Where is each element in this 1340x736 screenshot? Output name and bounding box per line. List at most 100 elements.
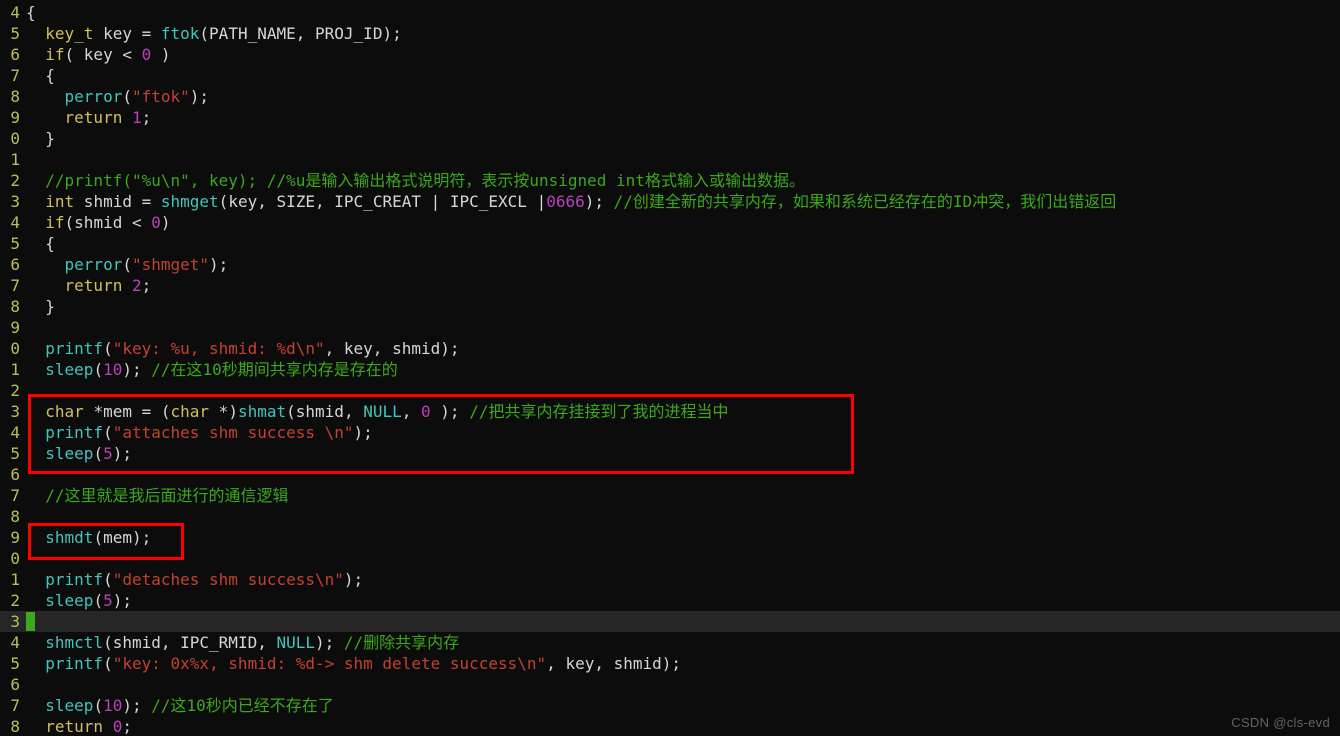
keyword: key_t xyxy=(45,24,93,43)
line-number: 6 xyxy=(0,464,26,485)
code-line[interactable]: 4 shmctl(shmid, IPC_RMID, NULL); //删除共享内… xyxy=(0,632,1340,653)
paren: ); xyxy=(585,192,614,211)
null: NULL xyxy=(363,402,402,421)
code-line[interactable]: 5 { xyxy=(0,233,1340,254)
comma: , xyxy=(373,339,392,358)
code-line[interactable]: 7 return 2; xyxy=(0,275,1340,296)
identifier: key xyxy=(344,339,373,358)
identifier: mem xyxy=(103,402,142,421)
space xyxy=(122,108,132,127)
identifier: shmid xyxy=(74,192,141,211)
line-number: 8 xyxy=(0,86,26,107)
identifier: shmid xyxy=(392,339,440,358)
null: NULL xyxy=(276,633,315,652)
code-line[interactable]: 6 xyxy=(0,674,1340,695)
identifier: shmid xyxy=(296,402,344,421)
number: 1 xyxy=(132,108,142,127)
line-number: 9 xyxy=(0,527,26,548)
keyword: return xyxy=(65,108,123,127)
paren: ( xyxy=(65,213,75,232)
code-line[interactable]: 7 { xyxy=(0,65,1340,86)
code-line[interactable]: 7 //这里就是我后面进行的通信逻辑 xyxy=(0,485,1340,506)
identifier: shmid xyxy=(614,654,662,673)
code-line[interactable]: 1 printf("detaches shm success\n"); xyxy=(0,569,1340,590)
line-number: 8 xyxy=(0,716,26,736)
line-number: 6 xyxy=(0,254,26,275)
line-number: 1 xyxy=(0,359,26,380)
number: 0 xyxy=(151,213,161,232)
comment: //创建全新的共享内存，如果和系统已经存在的ID冲突，我们出错返回 xyxy=(614,192,1117,211)
code-line[interactable]: 7 sleep(10); //这10秒内已经不存在了 xyxy=(0,695,1340,716)
code-line[interactable]: 4 printf("attaches shm success \n"); xyxy=(0,422,1340,443)
code-line[interactable]: 6 perror("shmget"); xyxy=(0,254,1340,275)
line-number: 6 xyxy=(0,674,26,695)
code-line[interactable]: 4 if(shmid < 0) xyxy=(0,212,1340,233)
paren: ); xyxy=(113,444,132,463)
operator: | xyxy=(431,192,450,211)
function-call: shmget xyxy=(161,192,219,211)
code-line[interactable]: 2 sleep(5); xyxy=(0,590,1340,611)
paren: ( xyxy=(65,45,84,64)
line-number: 4 xyxy=(0,632,26,653)
code-line[interactable]: 2 xyxy=(0,380,1340,401)
keyword: return xyxy=(65,276,123,295)
paren: ( xyxy=(199,24,209,43)
function-call: sleep xyxy=(45,696,93,715)
comma: , xyxy=(257,192,276,211)
code-line[interactable]: 4 { xyxy=(0,2,1340,23)
identifier: SIZE xyxy=(276,192,315,211)
paren: ( xyxy=(103,570,113,589)
code-line[interactable]: 3 char *mem = (char *)shmat(shmid, NULL,… xyxy=(0,401,1340,422)
paren: ); xyxy=(440,339,459,358)
code-line[interactable]: 8 perror("ftok"); xyxy=(0,86,1340,107)
code-line[interactable]: 0 xyxy=(0,548,1340,569)
keyword: if xyxy=(45,45,64,64)
paren: ( xyxy=(103,633,113,652)
code-line[interactable]: 8 return 0; xyxy=(0,716,1340,736)
paren: ); xyxy=(354,423,373,442)
code-line[interactable]: 9 shmdt(mem); xyxy=(0,527,1340,548)
paren: ); xyxy=(382,24,401,43)
string: "shmget" xyxy=(132,255,209,274)
code-line[interactable]: 9 xyxy=(0,317,1340,338)
code-editor[interactable]: 4 { 5 key_t key = ftok(PATH_NAME, PROJ_I… xyxy=(0,0,1340,736)
number: 0 xyxy=(142,45,152,64)
operator: = xyxy=(142,24,161,43)
operator: | xyxy=(537,192,547,211)
code-line[interactable]: 6 xyxy=(0,464,1340,485)
code-line-current[interactable]: 3 xyxy=(0,611,1340,632)
code-line[interactable]: 8 xyxy=(0,506,1340,527)
line-number: 5 xyxy=(0,233,26,254)
watermark: CSDN @cls-evd xyxy=(1231,715,1330,730)
paren: ); xyxy=(122,696,151,715)
brace: { xyxy=(26,3,36,22)
function-call: shmdt xyxy=(45,528,93,547)
paren: ( xyxy=(93,444,103,463)
brace: { xyxy=(45,234,55,253)
code-line[interactable]: 5 sleep(5); xyxy=(0,443,1340,464)
brace: } xyxy=(45,297,55,316)
code-line[interactable]: 1 xyxy=(0,149,1340,170)
comment: //这里就是我后面进行的通信逻辑 xyxy=(45,486,288,505)
code-line[interactable]: 5 printf("key: 0x%x, shmid: %d-> shm del… xyxy=(0,653,1340,674)
code-line[interactable]: 2 //printf("%u\n", key); //%u是输入输出格式说明符，… xyxy=(0,170,1340,191)
code-line[interactable]: 3 int shmid = shmget(key, SIZE, IPC_CREA… xyxy=(0,191,1340,212)
code-line[interactable]: 9 return 1; xyxy=(0,107,1340,128)
operator: < xyxy=(122,45,141,64)
code-line[interactable]: 5 key_t key = ftok(PATH_NAME, PROJ_ID); xyxy=(0,23,1340,44)
code-line[interactable]: 1 sleep(10); //在这10秒期间共享内存是存在的 xyxy=(0,359,1340,380)
keyword: if xyxy=(45,213,64,232)
function-call: sleep xyxy=(45,591,93,610)
semicolon: ; xyxy=(142,108,152,127)
code-line[interactable]: 0 } xyxy=(0,128,1340,149)
function-call: sleep xyxy=(45,360,93,379)
paren: ); xyxy=(190,87,209,106)
identifier: key xyxy=(228,192,257,211)
code-line[interactable]: 6 if( key < 0 ) xyxy=(0,44,1340,65)
comma: , xyxy=(257,633,276,652)
code-line[interactable]: 8 } xyxy=(0,296,1340,317)
paren: ); xyxy=(315,633,344,652)
code-line[interactable]: 0 printf("key: %u, shmid: %d\n", key, sh… xyxy=(0,338,1340,359)
number: 0 xyxy=(421,402,431,421)
function-call: sleep xyxy=(45,444,93,463)
